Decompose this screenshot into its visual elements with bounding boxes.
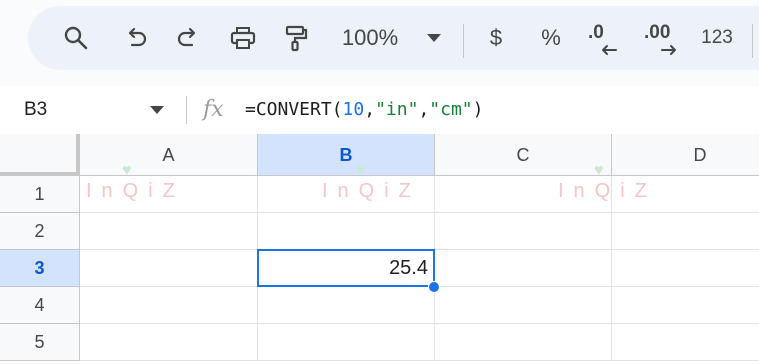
column-header-b[interactable]: B [258, 134, 435, 176]
increase-decimal-graphic: .00 [642, 18, 682, 58]
redo-icon [177, 27, 196, 47]
toolbar-divider [463, 24, 464, 58]
formula-comma: , [364, 99, 376, 120]
cell-a3[interactable] [80, 250, 258, 287]
cell-a1[interactable] [80, 176, 258, 213]
formula-bar-divider [186, 96, 187, 124]
name-box[interactable]: B3 [24, 86, 47, 134]
column-header-d[interactable]: D [612, 134, 759, 176]
undo-icon [128, 27, 147, 47]
decrease-decimal-button[interactable]: .0 [584, 6, 624, 70]
redo-button[interactable] [170, 6, 206, 70]
print-button[interactable] [224, 6, 262, 70]
column-header-c[interactable]: C [435, 134, 612, 176]
cell-a4[interactable] [80, 287, 258, 324]
more-formats-button[interactable]: 123 [696, 6, 738, 70]
toolbar-divider [752, 24, 753, 58]
fill-handle[interactable] [428, 281, 440, 293]
cell-d5[interactable] [612, 324, 759, 361]
decrease-decimal-label: .0 [588, 22, 604, 43]
cell-d3[interactable] [612, 250, 759, 287]
cell-d2[interactable] [612, 213, 759, 250]
currency-format-button[interactable]: $ [482, 6, 510, 70]
formula-input[interactable]: =CONVERT(10,"in","cm") [245, 86, 483, 134]
cell-b4[interactable] [258, 287, 435, 324]
paint-format-button[interactable] [278, 6, 314, 70]
print-icon [230, 27, 256, 49]
row-header-2[interactable]: 2 [0, 213, 80, 250]
cell-c2[interactable] [435, 213, 612, 250]
formula-from-unit: "in" [375, 99, 419, 120]
row-header-5[interactable]: 5 [0, 324, 80, 361]
more-formats-label: 123 [701, 27, 733, 48]
caret-down-icon [427, 34, 441, 42]
row-header-1[interactable]: 1 [0, 176, 80, 213]
increase-decimal-button[interactable]: .00 [640, 6, 684, 70]
column-header-a[interactable]: A [80, 134, 258, 176]
arrow-left-icon [602, 45, 617, 55]
row-header-4[interactable]: 4 [0, 287, 80, 324]
formula-number-arg: 10 [342, 99, 365, 120]
zoom-dropdown-button[interactable] [422, 6, 446, 70]
increase-decimal-label: .00 [644, 22, 671, 43]
fx-icon: fx [203, 97, 224, 122]
zoom-value: 100% [341, 25, 399, 50]
percent-label: % [541, 25, 561, 50]
cell-c1[interactable] [435, 176, 612, 213]
spreadsheet-grid: A B C D 1 2 3 4 5 25.4 ♥ InQiZ ♥ InQiZ ♥… [0, 134, 759, 364]
paint-format-icon [285, 25, 308, 52]
formula-function: =CONVERT( [245, 99, 343, 120]
formula-to-unit: "cm" [429, 99, 473, 120]
cell-a5[interactable] [80, 324, 258, 361]
undo-button[interactable] [118, 6, 154, 70]
cell-c4[interactable] [435, 287, 612, 324]
select-all-corner[interactable] [0, 134, 80, 176]
cell-b2[interactable] [258, 213, 435, 250]
formula-close-paren: ) [472, 99, 484, 120]
formula-comma: , [418, 99, 430, 120]
toolbar: 100% $ % .0 .00 123 [28, 6, 759, 70]
decrease-decimal-graphic: .0 [586, 18, 622, 58]
row-header-3[interactable]: 3 [0, 250, 80, 287]
cell-d4[interactable] [612, 287, 759, 324]
arrow-right-icon [661, 45, 676, 55]
cell-c5[interactable] [435, 324, 612, 361]
currency-label: $ [489, 25, 503, 50]
percent-format-button[interactable]: % [536, 6, 566, 70]
cell-c3[interactable] [435, 250, 612, 287]
toolbar-area: 100% $ % .0 .00 123 [0, 0, 759, 86]
cell-a2[interactable] [80, 213, 258, 250]
search-icon [64, 26, 88, 50]
cell-b1[interactable] [258, 176, 435, 213]
active-cell-outline [257, 249, 435, 287]
cell-d1[interactable] [612, 176, 759, 213]
cell-b5[interactable] [258, 324, 435, 361]
formula-bar: B3 fx =CONVERT(10,"in","cm") [0, 86, 759, 135]
zoom-select[interactable]: 100% [334, 6, 406, 70]
name-box-dropdown-icon[interactable] [150, 106, 164, 114]
search-menus-button[interactable] [58, 6, 94, 70]
